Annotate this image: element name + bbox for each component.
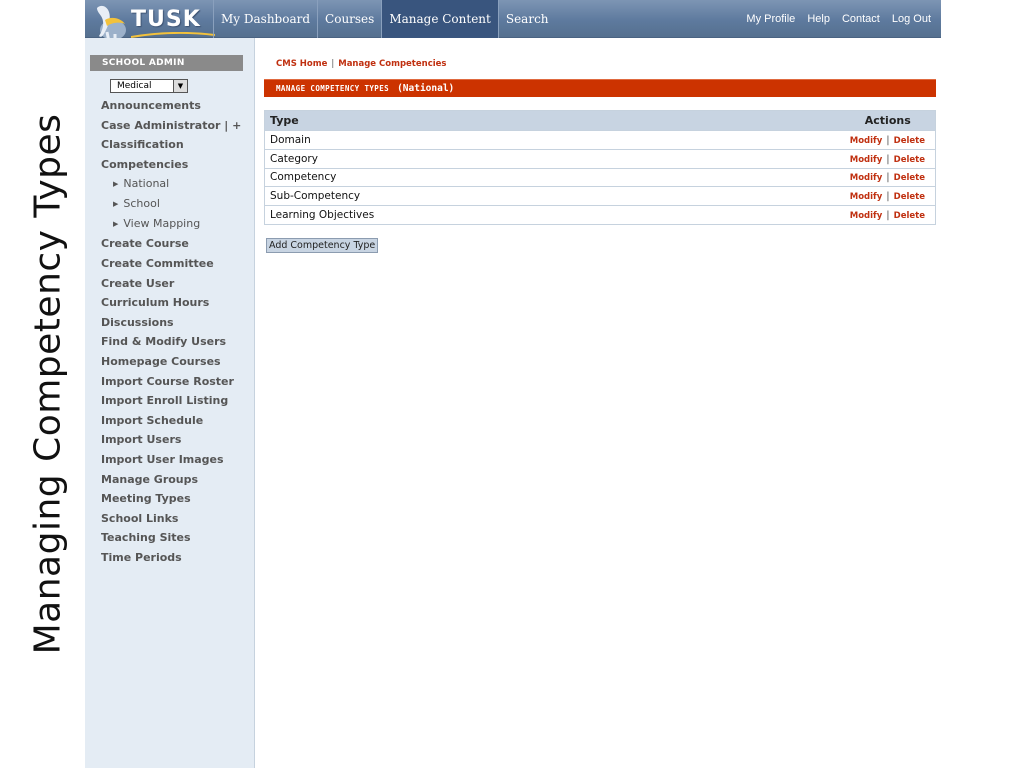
chevron-down-icon[interactable]: ▼: [173, 80, 187, 92]
type-cell: Domain: [264, 130, 836, 150]
column-header-actions: Actions: [835, 110, 936, 131]
actions-cell: Modify | Delete: [835, 167, 936, 187]
type-cell: Sub-Competency: [264, 186, 836, 206]
sidebar-item-import-enroll-listing[interactable]: Import Enroll Listing: [101, 391, 251, 411]
nav-courses[interactable]: Courses: [317, 0, 381, 38]
delete-link[interactable]: Delete: [894, 192, 925, 202]
sidebar-item-discussions[interactable]: Discussions: [101, 313, 251, 333]
action-separator: |: [886, 210, 890, 222]
table-row: Sub-Competency Modify | Delete: [264, 186, 936, 206]
sidebar-item-classification[interactable]: Classification: [101, 135, 251, 155]
triangle-right-icon: ▶: [113, 180, 119, 189]
action-separator: |: [886, 134, 890, 146]
sidebar-item-school-links[interactable]: School Links: [101, 509, 251, 529]
table-row: Category Modify | Delete: [264, 148, 936, 169]
sidebar-item-manage-groups[interactable]: Manage Groups: [101, 470, 251, 490]
user-nav: My Profile Help Contact Log Out: [740, 0, 937, 38]
sidebar-item-curriculum-hours[interactable]: Curriculum Hours: [101, 293, 251, 313]
sidebar-item-homepage-courses[interactable]: Homepage Courses: [101, 352, 251, 372]
app-window: TUSK My Dashboard Courses Manage Content…: [85, 0, 941, 768]
sidebar-heading: SCHOOL ADMIN: [90, 55, 243, 71]
delete-link[interactable]: Delete: [894, 173, 925, 183]
page-title-bar: MANAGE COMPETENCY TYPES (National): [264, 79, 936, 97]
delete-link[interactable]: Delete: [894, 211, 925, 221]
actions-cell: Modify | Delete: [835, 148, 936, 169]
breadcrumb-manage-competencies[interactable]: Manage Competencies: [338, 59, 446, 69]
page-title: MANAGE COMPETENCY TYPES: [276, 84, 390, 93]
breadcrumb: CMS Home | Manage Competencies: [276, 59, 446, 69]
type-cell: Competency: [264, 167, 836, 187]
sidebar-subitem-view-mapping[interactable]: ▶ View Mapping: [101, 214, 251, 234]
actions-cell: Modify | Delete: [835, 130, 936, 150]
actions-cell: Modify | Delete: [835, 205, 936, 225]
action-separator: |: [886, 172, 890, 184]
actions-cell: Modify | Delete: [835, 186, 936, 206]
nav-search[interactable]: Search: [497, 0, 556, 38]
breadcrumb-cms-home[interactable]: CMS Home: [276, 59, 327, 69]
delete-link[interactable]: Delete: [894, 136, 925, 146]
triangle-right-icon: ▶: [113, 220, 119, 229]
sidebar-item-create-course[interactable]: Create Course: [101, 234, 251, 254]
school-select-value: Medical: [117, 81, 152, 91]
type-cell: Learning Objectives: [264, 205, 836, 225]
top-navigation: TUSK My Dashboard Courses Manage Content…: [85, 0, 941, 43]
type-cell: Category: [264, 148, 836, 169]
sidebar-item-teaching-sites[interactable]: Teaching Sites: [101, 528, 251, 548]
slide-caption: Managing Competency Types: [27, 113, 69, 655]
sidebar-item-import-user-images[interactable]: Import User Images: [101, 450, 251, 470]
sidebar-item-create-committee[interactable]: Create Committee: [101, 254, 251, 274]
sidebar-item-import-schedule[interactable]: Import Schedule: [101, 411, 251, 431]
sidebar-item-import-course-roster[interactable]: Import Course Roster: [101, 372, 251, 392]
modify-link[interactable]: Modify: [850, 173, 883, 183]
sidebar-menu: Announcements Case Administrator | + Cla…: [101, 96, 251, 567]
delete-link[interactable]: Delete: [894, 155, 925, 165]
sidebar-item-announcements[interactable]: Announcements: [101, 96, 251, 116]
nav-log-out[interactable]: Log Out: [886, 0, 937, 38]
page-title-scope: (National): [397, 83, 455, 94]
nav-contact[interactable]: Contact: [836, 0, 886, 38]
action-separator: |: [886, 153, 890, 165]
competency-types-table: Type Actions Domain Modify | Delete Category…: [264, 110, 936, 225]
main-nav: My Dashboard Courses Manage Content Sear…: [213, 0, 556, 38]
table-row: Learning Objectives Modify | Delete: [264, 205, 936, 225]
school-select[interactable]: Medical ▼: [110, 79, 188, 93]
sidebar-item-case-administrator[interactable]: Case Administrator | +: [101, 116, 251, 136]
nav-my-profile[interactable]: My Profile: [740, 0, 801, 38]
triangle-right-icon: ▶: [113, 200, 119, 209]
table-row: Domain Modify | Delete: [264, 130, 936, 150]
sidebar-item-find-modify-users[interactable]: Find & Modify Users: [101, 332, 251, 352]
logo-text: TUSK: [131, 7, 201, 32]
nav-my-dashboard[interactable]: My Dashboard: [213, 0, 317, 38]
sidebar-item-meeting-types[interactable]: Meeting Types: [101, 489, 251, 509]
tusk-logo[interactable]: TUSK: [91, 2, 215, 43]
sidebar-item-time-periods[interactable]: Time Periods: [101, 548, 251, 568]
modify-link[interactable]: Modify: [850, 211, 883, 221]
sidebar-subitem-label: View Mapping: [123, 217, 201, 231]
main-content: CMS Home | Manage Competencies MANAGE COMP…: [264, 38, 936, 768]
sidebar-item-import-users[interactable]: Import Users: [101, 430, 251, 450]
sidebar-subitem-national[interactable]: ▶ National: [101, 174, 251, 194]
table-header-row: Type Actions: [264, 110, 936, 131]
add-competency-type-button[interactable]: Add Competency Type: [266, 238, 379, 253]
modify-link[interactable]: Modify: [850, 192, 883, 202]
breadcrumb-separator: |: [331, 59, 335, 69]
sidebar-subitem-label: School: [123, 197, 160, 211]
admin-sidebar: SCHOOL ADMIN Medical ▼ Announcements Cas…: [85, 38, 255, 768]
modify-link[interactable]: Modify: [850, 136, 883, 146]
column-header-type: Type: [264, 110, 836, 131]
action-separator: |: [886, 191, 890, 203]
sidebar-item-competencies[interactable]: Competencies: [101, 155, 251, 175]
sidebar-subitem-school[interactable]: ▶ School: [101, 194, 251, 214]
nav-manage-content[interactable]: Manage Content: [381, 0, 498, 38]
sidebar-subitem-label: National: [123, 177, 170, 191]
nav-help[interactable]: Help: [801, 0, 836, 38]
modify-link[interactable]: Modify: [850, 155, 883, 165]
sidebar-item-create-user[interactable]: Create User: [101, 274, 251, 294]
table-row: Competency Modify | Delete: [264, 167, 936, 187]
